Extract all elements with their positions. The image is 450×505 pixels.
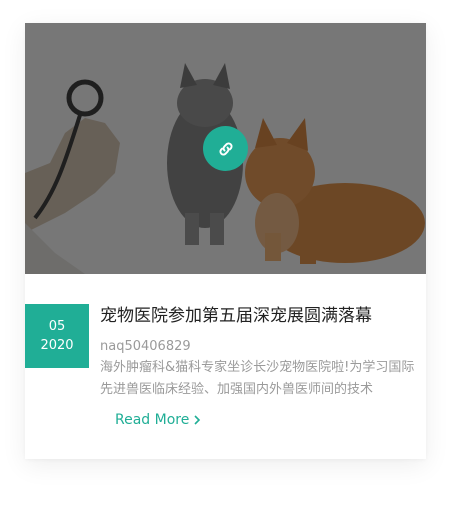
link-button[interactable] bbox=[203, 126, 248, 171]
date-day: 05 bbox=[48, 319, 66, 334]
link-icon bbox=[219, 142, 232, 155]
date-year: 2020 bbox=[40, 338, 74, 353]
date-badge: 05 2020 bbox=[25, 304, 89, 368]
read-more-link[interactable]: Read More bbox=[115, 410, 201, 430]
post-title[interactable]: 宠物医院参加第五届深宠展圆满落幕 bbox=[100, 303, 420, 329]
post-excerpt: 海外肿瘤科&猫科专家坐诊长沙宠物医院啦!为学习国际先进兽医临床经验、加强国内外兽… bbox=[100, 360, 415, 397]
chevron-right-icon bbox=[193, 415, 201, 425]
read-more-label: Read More bbox=[115, 412, 190, 428]
post-image[interactable] bbox=[25, 23, 426, 274]
post-card: 05 2020 宠物医院参加第五届深宠展圆满落幕 naq50406829 海外肿… bbox=[25, 23, 426, 459]
post-author: naq50406829 bbox=[100, 339, 191, 354]
